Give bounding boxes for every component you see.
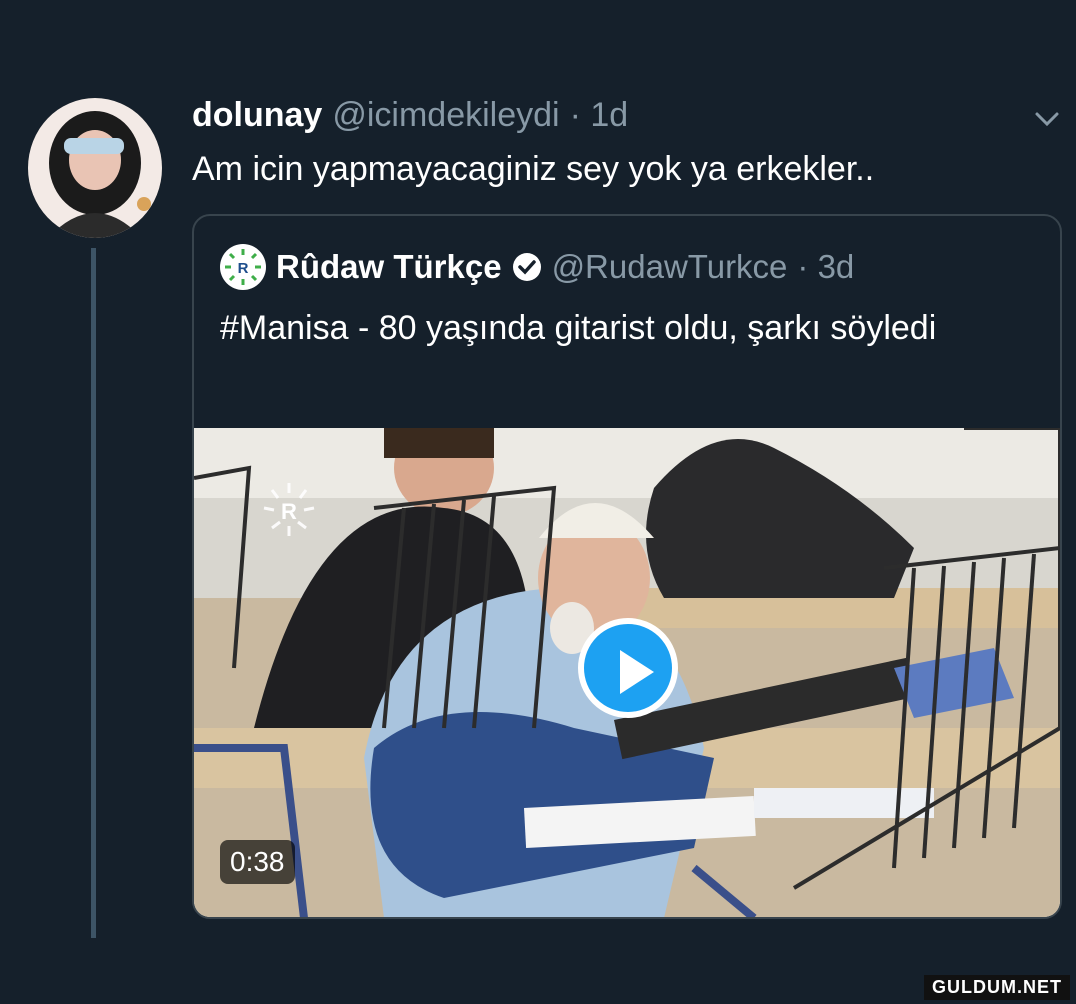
play-icon — [620, 650, 654, 694]
author-avatar[interactable] — [28, 98, 162, 238]
quoted-author-name[interactable]: Rûdaw Türkçe — [276, 248, 502, 286]
verified-badge-icon — [512, 253, 541, 281]
quoted-author-handle[interactable]: @RudawTurkce — [552, 248, 788, 286]
video-duration: 0:38 — [220, 840, 295, 884]
rudaw-logo-icon: R — [220, 244, 266, 290]
thread-line — [91, 248, 96, 938]
avatar-image — [28, 98, 162, 238]
quoted-tweet-card[interactable]: R Rûdaw Türkçe @RudawTurkce · 3d #Manisa… — [192, 214, 1062, 919]
tweet-text: Am icin yapmayacaginiz sey yok ya erkekl… — [192, 150, 875, 188]
svg-text:R: R — [281, 499, 297, 524]
author-name[interactable]: dolunay — [192, 96, 322, 135]
play-button[interactable] — [578, 618, 678, 718]
tweet-header: dolunay @icimdekileydi · 1d — [192, 96, 628, 136]
quoted-tweet-text: #Manisa - 80 yaşında gitarist oldu, şark… — [220, 309, 937, 347]
svg-text:R: R — [238, 260, 249, 277]
site-watermark: GULDUM.NET — [924, 975, 1070, 1000]
video-player[interactable]: R 0:38 — [194, 428, 1060, 917]
quoted-tweet-time[interactable]: · 3d — [797, 248, 854, 286]
quoted-tweet-header: R Rûdaw Türkçe @RudawTurkce · 3d — [220, 244, 854, 290]
chevron-down-icon[interactable] — [1030, 104, 1064, 134]
tweet-time[interactable]: · 1d — [570, 96, 629, 135]
author-handle[interactable]: @icimdekileydi — [332, 96, 559, 135]
